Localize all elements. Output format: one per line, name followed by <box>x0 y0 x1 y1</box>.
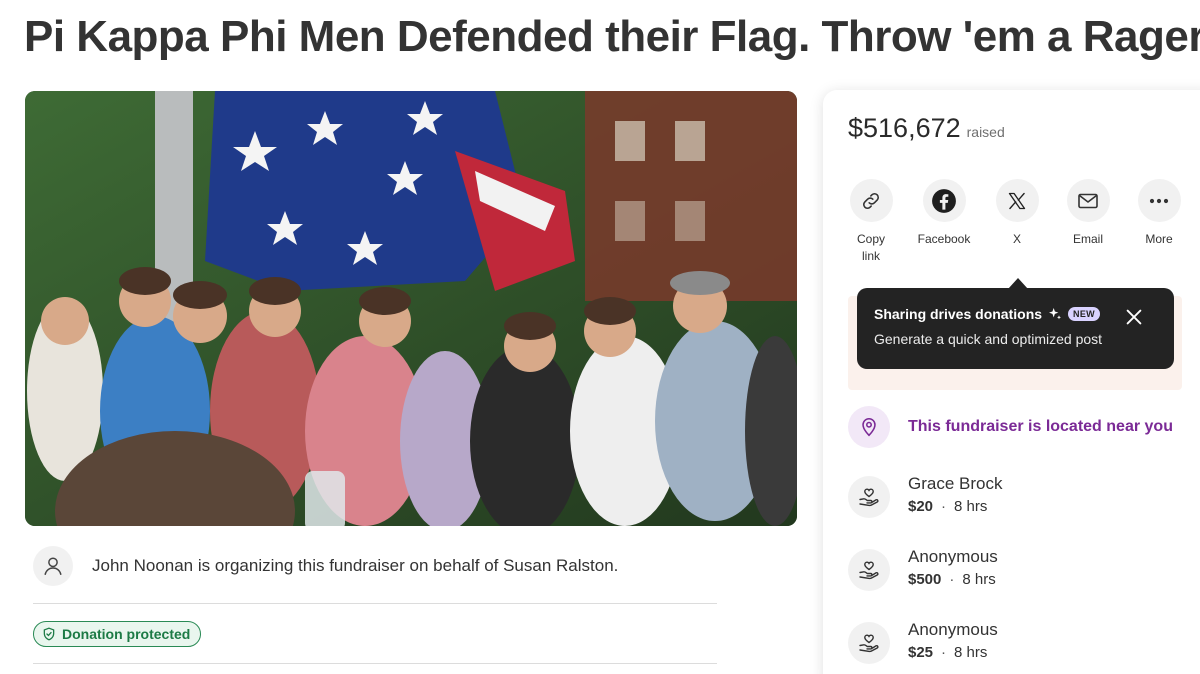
campaign-photo-illustration <box>25 91 797 526</box>
donation-time: 8 hrs <box>954 498 988 515</box>
nearby-text: This fundraiser is located near you <box>908 418 1173 435</box>
tooltip-body: Generate a quick and optimized post <box>874 331 1103 347</box>
heart-hand-icon <box>859 488 879 507</box>
heart-hand-icon <box>859 561 879 580</box>
campaign-photo[interactable] <box>25 91 797 526</box>
x-icon <box>1008 192 1026 209</box>
donation-amount: $25 <box>908 644 934 661</box>
sharing-tooltip: Sharing drives donations NEW Generate a … <box>857 288 1174 369</box>
donation-meta: $25 · 8 hrs <box>908 644 998 661</box>
location-pin-icon <box>862 417 876 437</box>
copy-link-circle[interactable] <box>849 179 893 222</box>
donation-amount: $20 <box>908 498 934 515</box>
facebook-circle[interactable] <box>922 179 966 222</box>
sparkle-icon <box>1049 308 1062 320</box>
donation-protected-badge[interactable]: Donation protected <box>33 621 202 647</box>
share-row: Copy link Facebook X Email More <box>845 179 1200 269</box>
nearby-icon-circle <box>848 406 890 448</box>
copy-link-button[interactable]: Copy link <box>835 179 907 265</box>
more-circle[interactable] <box>1137 179 1181 222</box>
donor-name: Grace Brock <box>908 474 1003 493</box>
email-share-button[interactable]: Email <box>1052 179 1124 248</box>
separator-dot: · <box>941 498 947 515</box>
more-icon <box>1149 198 1169 203</box>
x-share-button[interactable]: X <box>981 179 1053 248</box>
organizer-text: John Noonan is organizing this fundraise… <box>92 556 619 575</box>
donation-amount: $500 <box>908 571 942 588</box>
tooltip-heading: Sharing drives donations <box>874 306 1043 322</box>
donation-item: Anonymous $500 · 8 hrs <box>848 547 998 591</box>
x-label: X <box>1012 232 1021 246</box>
donation-time: 8 hrs <box>954 644 988 661</box>
organizer-row: John Noonan is organizing this fundraise… <box>33 545 723 587</box>
email-icon <box>1078 193 1098 208</box>
donor-name: Anonymous <box>908 547 998 566</box>
email-label: Email <box>1072 232 1103 246</box>
divider <box>33 663 717 664</box>
close-icon <box>1126 309 1142 325</box>
tooltip-close-button[interactable] <box>1123 306 1145 328</box>
raised-label: raised <box>966 124 1005 140</box>
donation-protected-label: Donation protected <box>62 626 191 642</box>
donation-item: Anonymous $25 · 8 hrs <box>848 620 998 664</box>
donor-name: Anonymous <box>908 620 998 639</box>
x-circle[interactable] <box>995 179 1039 222</box>
shield-icon <box>43 627 55 641</box>
donation-item: Grace Brock $20 · 8 hrs <box>848 474 1002 518</box>
tooltip-heading-row: Sharing drives donations NEW <box>874 306 1100 322</box>
facebook-share-button[interactable]: Facebook <box>908 179 980 248</box>
divider <box>33 603 717 604</box>
donation-icon-circle <box>848 622 890 664</box>
page-title: Pi Kappa Phi Men Defended their Flag. Th… <box>24 12 1200 61</box>
separator-dot: · <box>949 571 955 588</box>
donation-details: Anonymous $500 · 8 hrs <box>908 547 998 588</box>
donation-icon-circle <box>848 549 890 591</box>
nearby-notice: This fundraiser is located near you <box>848 406 1173 448</box>
email-circle[interactable] <box>1066 179 1110 222</box>
raised-amount: $516,672 <box>848 113 961 143</box>
donation-details: Grace Brock $20 · 8 hrs <box>908 474 1002 515</box>
separator-dot: · <box>941 644 947 661</box>
more-label: More <box>1145 232 1173 246</box>
more-share-button[interactable]: More <box>1123 179 1195 248</box>
copy-link-label: Copy link <box>856 232 885 263</box>
donation-meta: $20 · 8 hrs <box>908 498 1002 515</box>
raised-summary: $516,672 raised <box>848 113 1005 144</box>
donation-meta: $500 · 8 hrs <box>908 571 998 588</box>
person-icon <box>44 557 62 575</box>
donation-time: 8 hrs <box>962 571 996 588</box>
facebook-label: Facebook <box>917 232 971 246</box>
organizer-avatar[interactable] <box>33 546 73 586</box>
donation-details: Anonymous $25 · 8 hrs <box>908 620 998 661</box>
link-icon <box>863 192 879 209</box>
new-badge: NEW <box>1068 307 1100 321</box>
facebook-icon <box>932 188 956 213</box>
donation-icon-circle <box>848 476 890 518</box>
heart-hand-icon <box>859 634 879 653</box>
